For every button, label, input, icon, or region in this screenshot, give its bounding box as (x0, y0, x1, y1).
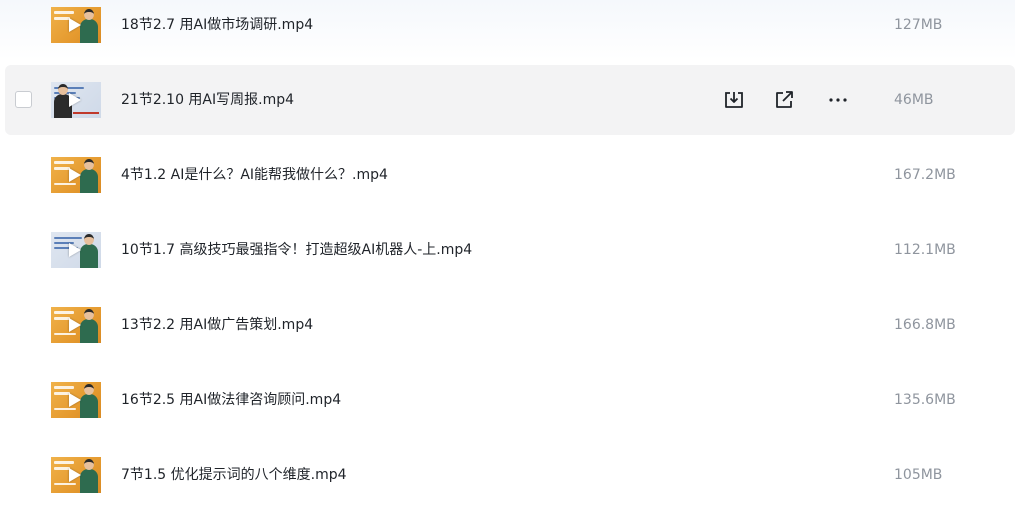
file-size: 105MB (894, 467, 943, 483)
file-row[interactable]: 4节1.2 AI是什么？AI能帮我做什么？.mp4 167.2MB (5, 140, 1015, 210)
file-size: 135.6MB (894, 392, 956, 408)
thumb-person (80, 9, 98, 43)
video-thumbnail[interactable] (51, 457, 101, 493)
play-icon (69, 393, 81, 407)
thumb-decoration (54, 392, 70, 395)
file-name[interactable]: 13节2.2 用AI做广告策划.mp4 (121, 315, 313, 335)
file-size: 167.2MB (894, 167, 956, 183)
play-icon (69, 93, 81, 107)
thumb-decoration (73, 112, 99, 114)
file-size: 112.1MB (894, 242, 956, 258)
file-name[interactable]: 21节2.10 用AI写周报.mp4 (121, 90, 294, 110)
file-name[interactable]: 16节2.5 用AI做法律咨询顾问.mp4 (121, 390, 341, 410)
thumb-decoration (54, 408, 76, 410)
share-icon[interactable] (771, 87, 797, 113)
file-name[interactable]: 7节1.5 优化提示词的八个维度.mp4 (121, 465, 347, 485)
play-icon (69, 468, 81, 482)
thumb-decoration (54, 386, 74, 389)
file-list: 18节2.7 用AI做市场调研.mp4 127MB 21节2.10 用AI写周报… (0, 0, 1015, 512)
play-icon (69, 18, 81, 32)
thumb-decoration (54, 167, 70, 170)
play-icon (69, 168, 81, 182)
play-icon (69, 318, 81, 332)
thumb-person (80, 309, 98, 343)
video-thumbnail[interactable] (51, 157, 101, 193)
file-row[interactable]: 10节1.7 高级技巧最强指令！打造超级AI机器人-上.mp4 112.1MB (5, 215, 1015, 285)
play-icon (69, 243, 81, 257)
file-name[interactable]: 4节1.2 AI是什么？AI能帮我做什么？.mp4 (121, 165, 388, 185)
file-name[interactable]: 18节2.7 用AI做市场调研.mp4 (121, 15, 313, 35)
thumb-decoration (54, 317, 70, 320)
video-thumbnail[interactable] (51, 82, 101, 118)
row-checkbox[interactable] (15, 91, 32, 108)
thumb-decoration (54, 183, 76, 185)
video-thumbnail[interactable] (51, 232, 101, 268)
thumb-decoration (54, 333, 76, 335)
video-thumbnail[interactable] (51, 7, 101, 43)
thumb-decoration (54, 461, 74, 464)
thumb-decoration (54, 311, 74, 314)
thumb-decoration (54, 11, 74, 14)
thumb-person (80, 384, 98, 418)
thumb-person (80, 159, 98, 193)
file-row[interactable]: 21节2.10 用AI写周报.mp4 46MB (5, 65, 1015, 135)
file-size: 46MB (894, 92, 934, 108)
video-thumbnail[interactable] (51, 307, 101, 343)
thumb-decoration (54, 17, 70, 20)
thumb-person (80, 459, 98, 493)
file-name[interactable]: 10节1.7 高级技巧最强指令！打造超级AI机器人-上.mp4 (121, 240, 472, 260)
thumb-decoration (54, 467, 70, 470)
file-size: 127MB (894, 17, 943, 33)
thumb-person (80, 234, 98, 268)
file-row[interactable]: 16节2.5 用AI做法律咨询顾问.mp4 135.6MB (5, 365, 1015, 435)
thumb-decoration (54, 237, 82, 239)
file-row[interactable]: 13节2.2 用AI做广告策划.mp4 166.8MB (5, 290, 1015, 360)
download-icon[interactable] (721, 87, 747, 113)
thumb-decoration (54, 161, 74, 164)
file-row[interactable]: 7节1.5 优化提示词的八个维度.mp4 105MB (5, 440, 1015, 510)
file-size: 166.8MB (894, 317, 956, 333)
video-thumbnail[interactable] (51, 382, 101, 418)
file-row[interactable]: 18节2.7 用AI做市场调研.mp4 127MB (5, 0, 1015, 60)
more-icon[interactable] (825, 87, 851, 113)
thumb-decoration (54, 483, 76, 485)
